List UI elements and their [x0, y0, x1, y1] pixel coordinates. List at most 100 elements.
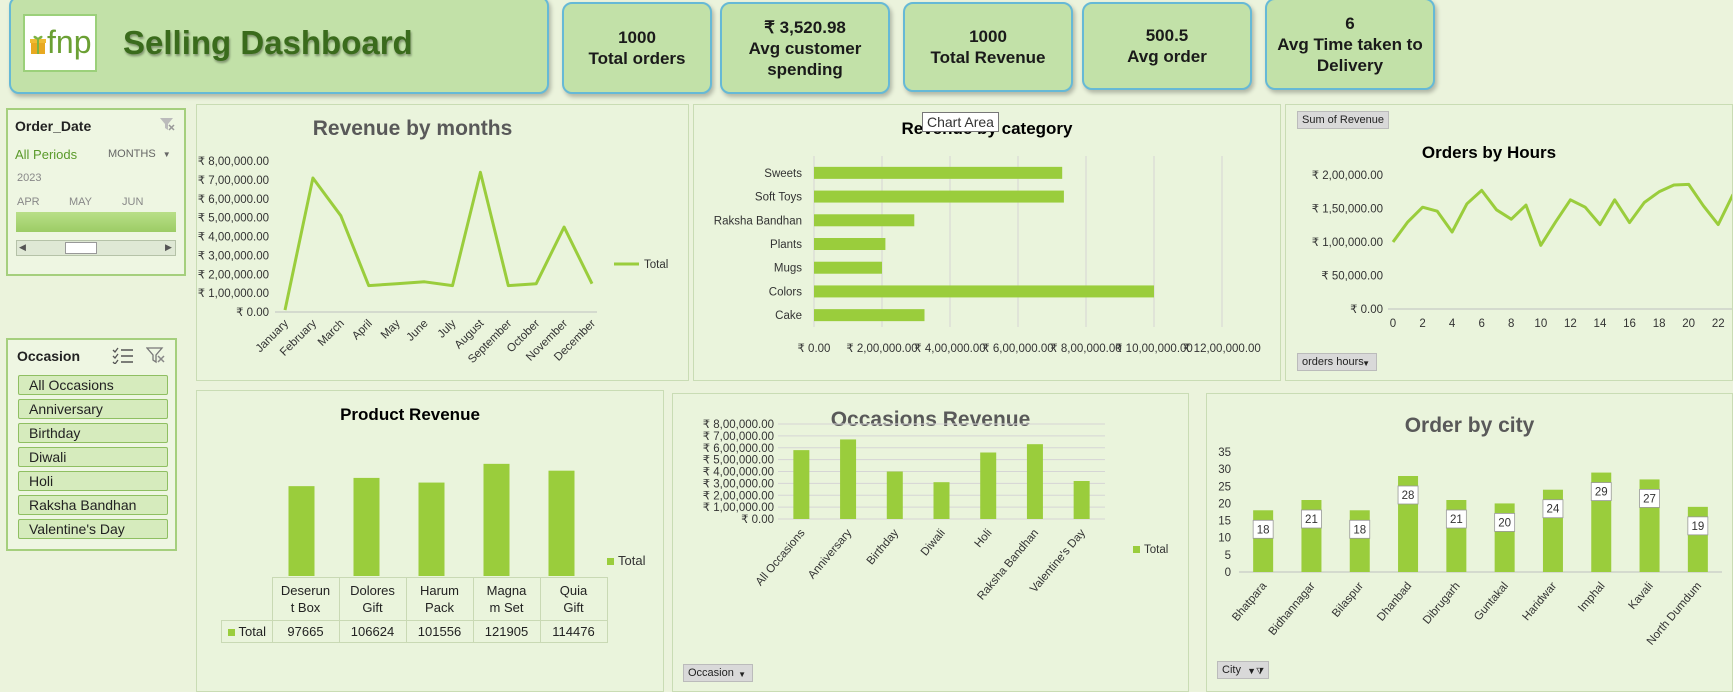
- period-label[interactable]: All Periods: [15, 147, 77, 162]
- occasion-slicer[interactable]: Occasion All Occasions Anniversary Birth…: [6, 338, 177, 551]
- occasion-item-birthday[interactable]: Birthday: [18, 423, 168, 443]
- scroll-left-icon[interactable]: ◀: [19, 242, 26, 253]
- clear-filter-icon[interactable]: [146, 346, 166, 364]
- x-tick-label: ₹ 0.00: [798, 343, 831, 355]
- order-date-slicer[interactable]: Order_Date All Periods MONTHS ▼ 2023 APR…: [6, 108, 186, 276]
- bar: [483, 463, 510, 576]
- x-tick-label: 2: [1419, 318, 1425, 330]
- y-tick-label: ₹ 50,000.00: [1321, 271, 1383, 283]
- bar: [1349, 510, 1370, 572]
- y-tick-label: ₹ 8,00,000.00: [703, 419, 774, 431]
- x-tick-label: ₹ 10,00,000.00: [1115, 343, 1193, 355]
- y-tick-label: Plants: [770, 239, 802, 251]
- x-tick-label: Bhatpara: [1230, 580, 1270, 624]
- x-tick-label: Dibrugarh: [1421, 580, 1463, 626]
- y-tick-label: ₹ 5,00,000.00: [198, 213, 269, 225]
- field-button-label: orders hours: [1302, 356, 1364, 368]
- multi-select-icon[interactable]: [112, 346, 134, 364]
- data-label: 27: [1643, 493, 1656, 505]
- time-level-dropdown[interactable]: MONTHS ▼: [108, 148, 171, 160]
- x-tick-label: Imphal: [1576, 580, 1607, 614]
- revenue-by-category-chart[interactable]: Revenue by category ₹ 0.00₹ 2,00,000.00₹…: [693, 104, 1281, 381]
- occasions-revenue-chart[interactable]: Occasions Revenue ₹ 0.00 ₹ 1,00,000.00 ₹ 2…: [672, 393, 1189, 692]
- x-tick-label: 12: [1564, 318, 1577, 330]
- y-tick-label: ₹ 1,00,000.00: [1312, 237, 1383, 249]
- occasion-item-anniversary[interactable]: Anniversary: [18, 399, 168, 419]
- value-cell: 101556: [405, 620, 474, 643]
- bar: [1026, 444, 1043, 519]
- x-tick-label: Anniversary: [806, 527, 854, 581]
- y-tick-label: Cake: [775, 310, 802, 322]
- month-label-jun: JUN: [122, 196, 144, 208]
- product-data-table: Deserun t Box Dolores Gift Harum Pack Magna…: [221, 577, 608, 643]
- occasion-item-raksha-bandhan[interactable]: Raksha Bandhan: [18, 495, 168, 515]
- y-tick-label: 10: [1218, 533, 1231, 545]
- revenue-by-months-plot: ₹ 0.00 ₹ 1,00,000.00 ₹ 2,00,000.00 ₹ 3,00,0…: [198, 156, 669, 366]
- occasion-item-valentines-day[interactable]: Valentine's Day: [18, 519, 168, 539]
- y-tick-label: ₹ 0.00: [236, 307, 269, 319]
- kpi-label: Avg customer spending: [748, 38, 862, 79]
- legend-item: Total: [607, 553, 645, 568]
- y-tick-label: ₹ 3,00,000.00: [703, 478, 774, 490]
- value-cell: 106624: [338, 620, 407, 643]
- bar: [980, 452, 997, 519]
- gift-icon: [30, 35, 46, 54]
- data-label: 18: [1353, 524, 1366, 536]
- revenue-by-category-plot: ₹ 0.00 ₹ 2,00,000.00₹ 4,00,000.00₹ 6,00,0…: [714, 156, 1261, 355]
- row-header: Total: [221, 620, 273, 643]
- y-tick-label: 25: [1218, 481, 1231, 493]
- timeline-scrollbar[interactable]: ◀ ▶: [16, 240, 176, 256]
- occasion-item-holi[interactable]: Holi: [18, 471, 168, 491]
- time-level-label: MONTHS: [108, 148, 156, 160]
- x-tick-label: ₹ 2,00,000.00: [846, 343, 917, 355]
- x-tick-label: 0: [1390, 318, 1396, 330]
- year-label: 2023: [17, 172, 42, 184]
- data-label: 29: [1595, 487, 1608, 499]
- bar: [814, 309, 925, 322]
- y-tick-label: ₹ 4,00,000.00: [703, 467, 774, 479]
- bar: [793, 450, 810, 519]
- bar: [886, 471, 903, 519]
- y-tick-label: ₹ 3,00,000.00: [198, 250, 269, 262]
- y-tick-label: Colors: [769, 286, 802, 298]
- clear-filter-icon[interactable]: [158, 116, 176, 132]
- legend-label: Total: [644, 259, 668, 271]
- occasion-field-button[interactable]: Occasion ▼: [683, 664, 753, 682]
- y-tick-label: Raksha Bandhan: [714, 215, 802, 227]
- month-label-apr: APR: [17, 196, 40, 208]
- x-tick-label: Bilaspur: [1330, 580, 1366, 620]
- product-revenue-chart[interactable]: Product Revenue Total Deserun t Box Dolor…: [196, 390, 664, 692]
- scroll-right-icon[interactable]: ▶: [165, 242, 172, 253]
- y-tick-label: ₹ 2,00,000.00: [1312, 170, 1383, 182]
- y-tick-label: ₹ 0.00: [1350, 304, 1383, 316]
- x-tick-label: Holi: [973, 527, 995, 550]
- revenue-by-months-chart[interactable]: Revenue by months ₹ 0.00 ₹ 1,00,000.00 ₹ 2…: [196, 104, 689, 381]
- product-cell: Quia Gift: [539, 577, 608, 621]
- y-tick-label: ₹ 2,00,000.00: [703, 490, 774, 502]
- legend-swatch: [1133, 546, 1140, 553]
- y-tick-label: ₹ 0.00: [741, 514, 774, 526]
- order-by-city-chart[interactable]: Order by city 0 5 10 15 20 25 30 35 18 Bhatpara 21…: [1206, 393, 1733, 692]
- y-tick-label: ₹ 2,00,000.00: [198, 269, 269, 281]
- bar: [814, 261, 882, 274]
- bar: [933, 482, 950, 519]
- bar: [418, 482, 445, 576]
- kpi-label: Total orders: [588, 49, 686, 68]
- x-tick-label: 10: [1534, 318, 1547, 330]
- y-tick-label: ₹ 1,00,000.00: [198, 288, 269, 300]
- data-label: 28: [1402, 490, 1415, 502]
- fnp-logo: fnp: [23, 14, 97, 72]
- kpi-value: 1000: [969, 27, 1007, 46]
- orders-by-hours-chart[interactable]: Orders by Hours Sum of Revenue ₹ 0.00 ₹ 5…: [1285, 104, 1733, 381]
- city-field-button[interactable]: City ▼⧩: [1217, 661, 1269, 679]
- logo-text: fnp: [47, 24, 92, 60]
- x-tick-label: April: [350, 318, 375, 343]
- timeline-bar[interactable]: [16, 212, 176, 232]
- y-tick-label: ₹ 6,00,000.00: [198, 194, 269, 206]
- orders-hours-field-button[interactable]: orders hours ▼: [1297, 353, 1377, 371]
- data-label: 21: [1450, 514, 1463, 526]
- occasion-item-all-occasions[interactable]: All Occasions: [18, 375, 168, 395]
- scrollbar-thumb[interactable]: [65, 242, 97, 254]
- bar: [814, 166, 1063, 179]
- occasion-item-diwali[interactable]: Diwali: [18, 447, 168, 467]
